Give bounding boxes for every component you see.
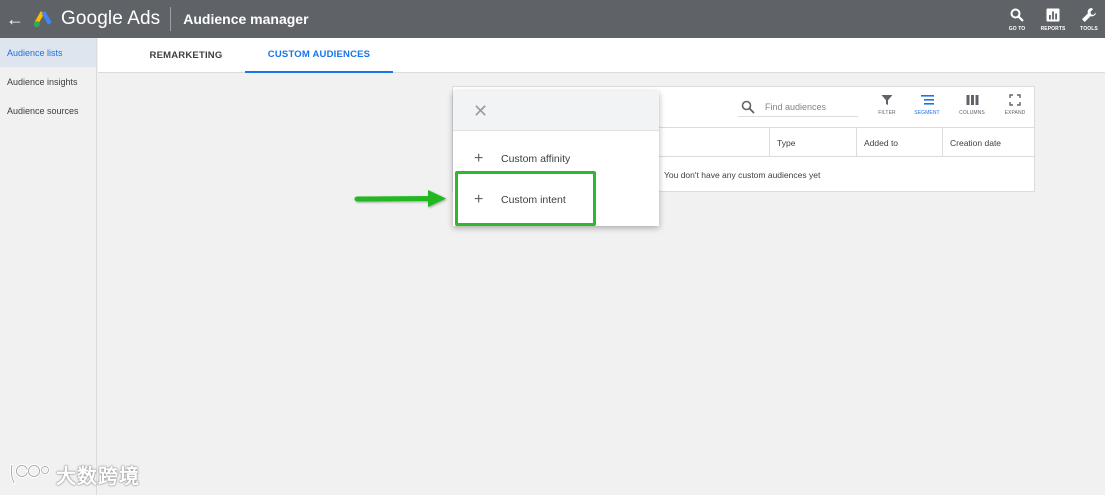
column-header-creation-date[interactable]: Creation date — [942, 128, 1034, 157]
page-title: Audience manager — [183, 11, 309, 27]
brand-name: Google Ads — [61, 8, 161, 29]
expand-label: EXPAND — [1004, 110, 1026, 116]
highlight-box — [455, 171, 596, 226]
filter-button[interactable]: FILTER — [872, 94, 902, 122]
reports-button[interactable]: REPORTS — [1037, 0, 1069, 38]
watermark-text: 大数跨境 — [56, 465, 140, 488]
top-actions: GO TO REPORTS TOOLS — [997, 0, 1105, 38]
sidebar: Audience lists Audience insights Audienc… — [0, 38, 97, 495]
reports-label: REPORTS — [1040, 25, 1066, 32]
column-header-type[interactable]: Type — [769, 128, 856, 157]
columns-label: COLUMNS — [959, 110, 985, 116]
columns-button[interactable]: COLUMNS — [957, 94, 987, 122]
watermark: 大数跨境 — [8, 459, 140, 489]
columns-icon — [966, 95, 978, 105]
column-header-added-to[interactable]: Added to — [856, 128, 943, 157]
tabs-bar: REMARKETING CUSTOM AUDIENCES — [98, 38, 1105, 73]
tab-custom-audiences[interactable]: CUSTOM AUDIENCES — [245, 38, 393, 73]
go-to-button[interactable]: GO TO — [1001, 0, 1033, 38]
reports-icon — [1046, 8, 1060, 21]
top-bar: ← Google Ads Audience manager GO TO REPO… — [0, 0, 1105, 38]
divider — [170, 7, 172, 31]
segment-button[interactable]: SEGMENT — [912, 94, 942, 122]
tab-remarketing[interactable]: REMARKETING — [128, 38, 244, 73]
watermark-logo-icon — [9, 463, 50, 485]
sidebar-item-audience-lists[interactable]: Audience lists — [0, 38, 96, 67]
expand-icon — [1009, 94, 1021, 106]
empty-table-message: You don't have any custom audiences yet — [664, 170, 821, 180]
close-icon[interactable]: ✕ — [473, 102, 488, 120]
wrench-icon — [1082, 7, 1096, 22]
sidebar-item-audience-insights[interactable]: Audience insights — [0, 67, 96, 96]
expand-button[interactable]: EXPAND — [1000, 94, 1030, 122]
go-to-label: GO TO — [1008, 25, 1026, 32]
plus-icon: + — [474, 150, 484, 167]
tools-label: TOOLS — [1080, 25, 1098, 32]
back-arrow-icon[interactable]: ← — [2, 0, 28, 38]
segment-label: SEGMENT — [914, 110, 940, 116]
segment-icon — [920, 95, 934, 105]
annotation-arrow-icon — [354, 190, 446, 207]
google-ads-logo-icon[interactable] — [32, 8, 54, 30]
sidebar-item-audience-sources[interactable]: Audience sources — [0, 96, 96, 125]
menu-item-label: Custom affinity — [501, 153, 571, 165]
filter-icon — [881, 95, 893, 105]
tools-button[interactable]: TOOLS — [1073, 0, 1105, 38]
search-input[interactable] — [738, 97, 858, 117]
menu-header: ✕ — [453, 91, 659, 131]
search-icon — [1010, 8, 1024, 22]
filter-label: FILTER — [878, 110, 896, 116]
